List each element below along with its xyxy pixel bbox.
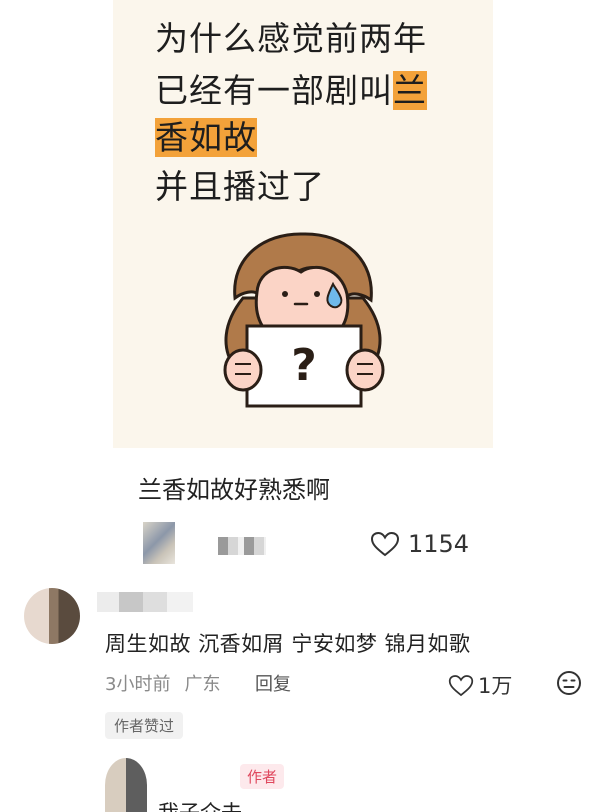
heart-icon bbox=[370, 531, 400, 557]
post-card[interactable]: 为什么感觉前两年 已经有一部剧叫兰 香如故 并且播过了 ? 兰香如故好熟悉啊 1… bbox=[113, 0, 493, 572]
post-like-button[interactable]: 1154 bbox=[370, 530, 469, 558]
image-text-highlight: 香如故 bbox=[155, 118, 257, 157]
heart-icon bbox=[448, 674, 474, 696]
confused-girl-illustration: ? bbox=[223, 232, 385, 408]
author-name[interactable] bbox=[218, 537, 266, 555]
image-text-line-2: 已经有一部剧叫兰 bbox=[155, 70, 427, 112]
svg-text:?: ? bbox=[291, 340, 317, 391]
reply-text: 我子介去 bbox=[158, 797, 242, 812]
commenter-avatar[interactable] bbox=[24, 588, 80, 644]
comment-like-count: 1万 bbox=[478, 674, 513, 698]
reply-button[interactable]: 回复 bbox=[255, 670, 291, 696]
comment-like-button[interactable]: 1万 bbox=[448, 670, 512, 700]
image-text-line-2-plain: 已经有一部剧叫 bbox=[155, 71, 393, 110]
image-text-line-3: 香如故 bbox=[155, 117, 257, 159]
author-liked-badge: 作者赞过 bbox=[105, 712, 184, 739]
comment-text: 周生如故 沉香如屑 宁安如梦 锦月如歌 bbox=[105, 632, 471, 656]
image-text-line-1: 为什么感觉前两年 bbox=[155, 19, 427, 58]
comment-time: 3小时前 bbox=[105, 674, 171, 695]
reply-author-avatar[interactable] bbox=[105, 758, 147, 812]
comment-meta: 3小时前 广东 bbox=[105, 670, 234, 696]
post-title[interactable]: 兰香如故好熟悉啊 bbox=[138, 470, 330, 505]
author-badge: 作者 bbox=[240, 764, 285, 789]
post-like-count: 1154 bbox=[408, 530, 470, 558]
author-avatar[interactable] bbox=[143, 522, 175, 564]
commenter-name[interactable] bbox=[97, 592, 193, 612]
post-image[interactable]: 为什么感觉前两年 已经有一部剧叫兰 香如故 并且播过了 ? bbox=[113, 0, 493, 448]
image-text-highlight: 兰 bbox=[393, 71, 427, 110]
comment-section: 周生如故 沉香如屑 宁安如梦 锦月如歌 3小时前 广东 回复 1万 作者赞过 作者… bbox=[0, 572, 608, 812]
image-text-line-4: 并且播过了 bbox=[155, 167, 325, 206]
dislike-face-icon[interactable] bbox=[556, 670, 582, 696]
comment-location: 广东 bbox=[184, 674, 221, 695]
